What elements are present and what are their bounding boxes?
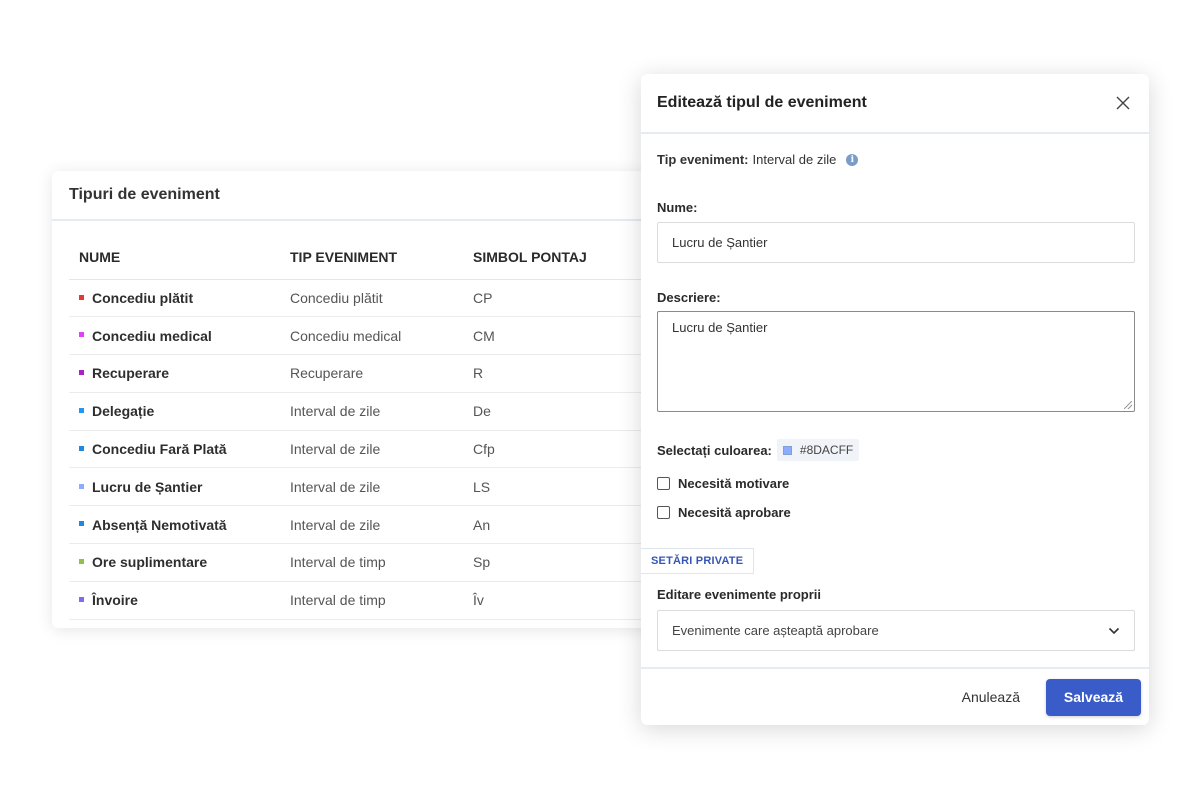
- requires-motivation-row[interactable]: Necesită motivare: [657, 476, 1135, 491]
- event-types-title: Tipuri de eveniment: [69, 186, 220, 203]
- event-type-line: Tip eveniment: Interval de zile i: [657, 152, 1135, 167]
- requires-motivation-checkbox[interactable]: [657, 477, 670, 490]
- modal-title: Editează tipul de eveniment: [657, 94, 867, 111]
- description-label: Descriere:: [657, 290, 721, 305]
- table-row[interactable]: Recuperare Recuperare R: [69, 354, 649, 393]
- row-symbol-cell: CP: [463, 279, 649, 318]
- row-name: Lucru de Șantier: [92, 478, 203, 495]
- row-color-swatch: [79, 483, 84, 489]
- event-type-label: Tip eveniment:: [657, 152, 749, 167]
- name-input-value: Lucru de Șantier: [672, 235, 768, 250]
- row-color-swatch: [79, 559, 84, 565]
- row-symbol-cell: Îv: [463, 581, 649, 620]
- table-row[interactable]: Concediu medical Concediu medical CM: [69, 316, 649, 356]
- color-picker[interactable]: #8DACFF: [776, 439, 860, 461]
- name-input[interactable]: Lucru de Șantier: [657, 222, 1135, 263]
- row-type-cell: Interval de timp: [280, 543, 463, 582]
- row-name: Recuperare: [92, 365, 170, 382]
- row-name: Învoire: [92, 592, 138, 609]
- row-symbol-cell: LS: [463, 467, 649, 507]
- row-color-swatch: [79, 294, 84, 300]
- table-row[interactable]: Concediu Fară Plată Interval de zile Cfp: [69, 430, 649, 469]
- row-name-cell: Recuperare: [69, 354, 280, 393]
- table-row[interactable]: Învoire Interval de timp Îv: [69, 581, 649, 620]
- color-swatch: [782, 445, 792, 455]
- row-type-cell: Concediu plătit: [280, 279, 463, 318]
- row-type-cell: Recuperare: [280, 354, 463, 393]
- row-color-swatch: [79, 408, 84, 414]
- row-symbol-cell: An: [463, 505, 649, 545]
- row-color-swatch: [79, 521, 84, 527]
- row-color-swatch: [79, 370, 84, 376]
- description-value: Lucru de Șantier: [672, 320, 768, 335]
- table-header-row: NUME TIP EVENIMENT SIMBOL PONTAJ: [69, 249, 649, 280]
- color-label: Selectați culoarea:: [657, 442, 772, 458]
- row-name: Concediu medical: [92, 327, 212, 344]
- row-name: Absență Nemotivată: [92, 516, 227, 533]
- row-symbol-cell: R: [463, 354, 649, 393]
- row-symbol-cell: Sp: [463, 543, 649, 582]
- row-name: Delegație: [92, 403, 155, 420]
- requires-motivation-label: Necesită motivare: [678, 476, 790, 491]
- row-name-cell: Concediu Fară Plată: [69, 430, 280, 469]
- column-header-type[interactable]: TIP EVENIMENT: [280, 249, 463, 280]
- row-name-cell: Delegație: [69, 392, 280, 431]
- table-row[interactable]: Absență Nemotivată Interval de zile An: [69, 505, 649, 545]
- table-row[interactable]: Ore suplimentare Interval de timp Sp: [69, 543, 649, 582]
- row-type-cell: Interval de timp: [280, 581, 463, 620]
- row-type-cell: Interval de zile: [280, 430, 463, 469]
- row-symbol-cell: Cfp: [463, 430, 649, 469]
- column-header-symbol[interactable]: SIMBOL PONTAJ: [463, 249, 649, 280]
- save-button[interactable]: Salvează: [1046, 678, 1141, 716]
- description-textarea[interactable]: Lucru de Șantier: [657, 311, 1135, 412]
- row-symbol-cell: De: [463, 392, 649, 431]
- chevron-down-icon: [1108, 623, 1120, 638]
- row-name-cell: Învoire: [69, 581, 280, 620]
- requires-approval-row[interactable]: Necesită aprobare: [657, 505, 1135, 520]
- row-name-cell: Absență Nemotivată: [69, 505, 280, 545]
- modal-header: Editează tipul de eveniment: [641, 74, 1149, 134]
- row-color-swatch: [79, 597, 84, 603]
- event-types-card-header: Tipuri de eveniment: [52, 171, 692, 221]
- color-picker-row: Selectați culoarea: #8DACFF: [657, 439, 1135, 461]
- row-type-cell: Interval de zile: [280, 467, 463, 507]
- column-header-name[interactable]: NUME: [69, 249, 280, 280]
- tab-private-settings[interactable]: SETĂRI PRIVATE: [641, 548, 755, 574]
- modal-footer: Anulează Salvează: [641, 667, 1149, 725]
- row-name: Concediu Fară Plată: [92, 441, 227, 458]
- close-icon[interactable]: [1113, 93, 1133, 113]
- row-name: Ore suplimentare: [92, 554, 208, 571]
- cancel-button[interactable]: Anulează: [962, 689, 1020, 705]
- row-type-cell: Concediu medical: [280, 316, 463, 356]
- event-types-card: Tipuri de eveniment NUME TIP EVENIMENT S…: [52, 171, 692, 628]
- row-type-cell: Interval de zile: [280, 392, 463, 431]
- table-row[interactable]: Lucru de Șantier Interval de zile LS: [69, 467, 649, 507]
- info-icon[interactable]: i: [846, 153, 859, 166]
- edit-own-events-select[interactable]: Evenimente care așteaptă aprobare: [657, 610, 1135, 651]
- table-row[interactable]: Delegație Interval de zile De: [69, 392, 649, 431]
- row-color-swatch: [79, 445, 84, 451]
- event-type-value: Interval de zile: [752, 152, 837, 167]
- row-symbol-cell: CM: [463, 316, 649, 356]
- color-value: #8DACFF: [799, 443, 854, 457]
- row-name-cell: Concediu medical: [69, 316, 280, 356]
- edit-event-type-modal: Editează tipul de eveniment Tip evenimen…: [641, 74, 1149, 725]
- event-types-table: NUME TIP EVENIMENT SIMBOL PONTAJ Concedi…: [69, 249, 649, 620]
- table-row[interactable]: Concediu plătit Concediu plătit CP: [69, 279, 649, 318]
- row-name-cell: Ore suplimentare: [69, 543, 280, 582]
- requires-approval-checkbox[interactable]: [657, 506, 670, 519]
- row-name-cell: Concediu plătit: [69, 279, 280, 318]
- modal-body: Tip eveniment: Interval de zile i Nume: …: [641, 152, 1149, 520]
- resize-handle-icon[interactable]: [1124, 401, 1132, 409]
- row-name: Concediu plătit: [92, 289, 194, 306]
- name-label: Nume:: [657, 200, 698, 215]
- row-type-cell: Interval de zile: [280, 505, 463, 545]
- row-name-cell: Lucru de Șantier: [69, 467, 280, 507]
- edit-own-events-value: Evenimente care așteaptă aprobare: [672, 623, 879, 638]
- requires-approval-label: Necesită aprobare: [678, 505, 791, 520]
- edit-own-events-label: Editare evenimente proprii: [657, 587, 821, 602]
- row-color-swatch: [79, 332, 84, 338]
